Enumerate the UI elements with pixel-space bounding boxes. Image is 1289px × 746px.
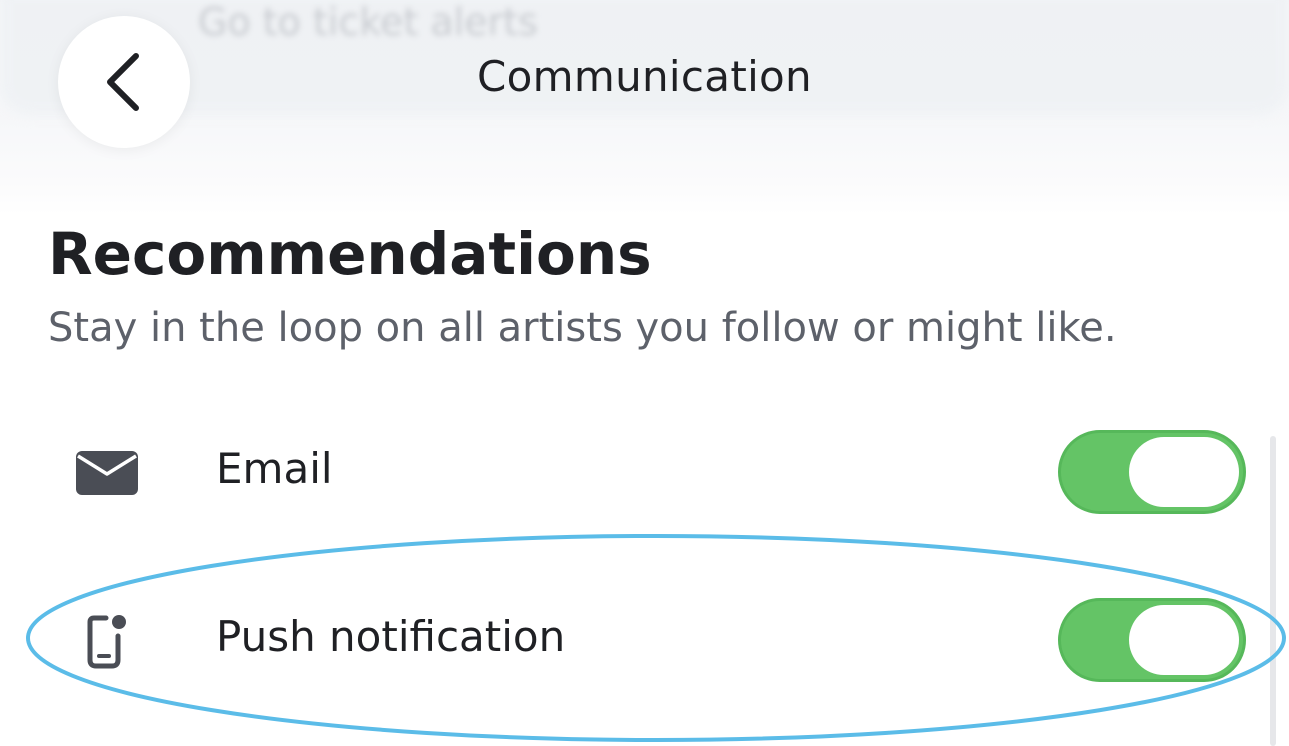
email-toggle[interactable] <box>1058 430 1246 514</box>
channel-row-email: Email <box>0 420 1289 520</box>
phone-notification-icon <box>74 608 140 674</box>
channel-row-push-notification: Push notification <box>0 588 1289 688</box>
toggle-knob <box>1129 437 1239 507</box>
header-background: Go to ticket alerts <box>0 0 1289 215</box>
section-description: Stay in the loop on all artists you foll… <box>48 305 1117 351</box>
push-notification-toggle[interactable] <box>1058 598 1246 682</box>
scrollbar[interactable] <box>1270 436 1276 746</box>
blurred-ticket-alerts-link: Go to ticket alerts <box>198 0 538 44</box>
page-title: Communication <box>477 52 812 101</box>
channel-label-push-notification: Push notification <box>216 612 566 661</box>
communication-settings-screen: Go to ticket alerts Communication Recomm… <box>0 0 1289 746</box>
toggle-knob <box>1129 605 1239 675</box>
section-title: Recommendations <box>48 220 652 288</box>
channel-label-email: Email <box>216 444 333 493</box>
envelope-icon <box>74 440 140 506</box>
